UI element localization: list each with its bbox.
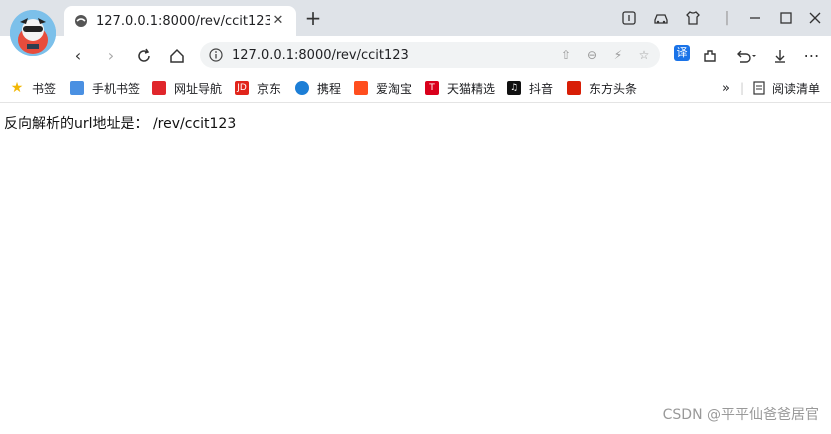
ctrip-icon xyxy=(295,81,309,95)
toutiao-icon xyxy=(567,81,581,95)
edge-favicon-icon xyxy=(75,15,87,27)
divider: | xyxy=(724,10,730,26)
reading-list-button[interactable]: 阅读清单 xyxy=(752,80,820,96)
home-icon[interactable] xyxy=(167,46,187,66)
bookmark-divider: | xyxy=(740,81,745,95)
more-menu-icon[interactable]: ⋯ xyxy=(802,46,822,66)
more-bookmarks-icon[interactable]: » xyxy=(722,80,730,96)
tab-actions-icon[interactable] xyxy=(620,9,638,27)
bookmark-label: 天猫精选 xyxy=(447,81,496,96)
bookmark-item[interactable]: T 天猫精选 xyxy=(425,80,495,96)
url-text[interactable]: 127.0.0.1:8000/rev/ccit123 xyxy=(232,48,556,63)
reload-icon[interactable] xyxy=(134,46,154,66)
new-tab-button[interactable]: + xyxy=(304,8,322,28)
bookmark-item[interactable]: 手机书签 xyxy=(70,80,140,96)
close-window-icon[interactable] xyxy=(806,9,824,27)
bookmark-item[interactable]: 网址导航 xyxy=(152,80,222,96)
bookmark-item[interactable]: 携程 xyxy=(295,80,341,96)
address-bar[interactable]: 127.0.0.1:8000/rev/ccit123 ⇧ ⊖ ⚡︎ ☆ xyxy=(200,42,660,68)
bookmarks-bar: ★ 书签 手机书签 网址导航 JD 京东 携程 爱淘宝 T 天猫精选 ♫ 抖音 … xyxy=(0,74,831,103)
phone-icon xyxy=(70,81,84,95)
browser-tab[interactable]: 127.0.0.1:8000/rev/ccit123 ✕ xyxy=(64,6,296,36)
maximize-icon[interactable] xyxy=(777,9,795,27)
profile-avatar-icon[interactable] xyxy=(10,10,56,56)
lightning-icon[interactable]: ⚡︎ xyxy=(608,48,628,62)
bookmark-item[interactable]: JD 京东 xyxy=(235,80,281,96)
bookmark-label: 手机书签 xyxy=(92,81,141,96)
bookmark-label: 书签 xyxy=(32,81,57,96)
taobao-icon xyxy=(354,81,368,95)
jd-icon: JD xyxy=(235,81,249,95)
undo-dropdown-icon[interactable] xyxy=(732,46,760,66)
douyin-icon: ♫ xyxy=(507,81,521,95)
tab-title: 127.0.0.1:8000/rev/ccit123 xyxy=(96,13,270,29)
title-bar: 127.0.0.1:8000/rev/ccit123 ✕ + | xyxy=(0,0,831,36)
bookmark-label: 爱淘宝 xyxy=(376,81,413,96)
zoom-out-icon[interactable]: ⊖ xyxy=(582,48,602,62)
bookmark-label: 携程 xyxy=(317,81,342,96)
share-icon[interactable]: ⇧ xyxy=(556,48,576,62)
bookmark-item[interactable]: ★ 书签 xyxy=(10,80,56,96)
back-icon[interactable]: ‹ xyxy=(68,46,88,66)
car-icon[interactable] xyxy=(652,9,670,27)
shirt-icon[interactable] xyxy=(684,9,702,27)
bookmark-item[interactable]: 东方头条 xyxy=(567,80,637,96)
bookmark-label: 京东 xyxy=(257,81,282,96)
site-info-icon[interactable] xyxy=(209,48,223,62)
favorite-star-icon[interactable]: ☆ xyxy=(634,48,654,62)
reading-list-icon xyxy=(753,81,765,95)
bookmark-label: 网址导航 xyxy=(174,81,223,96)
nav-icon xyxy=(152,81,166,95)
page-content-text: 反向解析的url地址是： /rev/ccit123 xyxy=(4,116,237,132)
star-icon: ★ xyxy=(10,80,24,96)
reading-list-label: 阅读清单 xyxy=(772,81,821,96)
bookmark-label: 东方头条 xyxy=(589,81,638,96)
translate-icon[interactable]: 译 xyxy=(674,45,690,61)
browser-toolbar: ‹ › 127.0.0.1:8000/rev/ccit123 ⇧ ⊖ ⚡︎ ☆ … xyxy=(0,36,831,74)
csdn-watermark: CSDN @平平仙爸爸居官 xyxy=(662,407,819,423)
bookmark-item[interactable]: 爱淘宝 xyxy=(354,80,412,96)
bookmark-item[interactable]: ♫ 抖音 xyxy=(507,80,553,96)
tmall-icon: T xyxy=(425,81,439,95)
bookmark-label: 抖音 xyxy=(529,81,554,96)
forward-icon[interactable]: › xyxy=(101,46,121,66)
download-icon[interactable] xyxy=(770,46,790,66)
extensions-icon[interactable] xyxy=(700,46,720,66)
close-tab-icon[interactable]: ✕ xyxy=(270,13,286,29)
minimize-icon[interactable] xyxy=(746,9,764,27)
